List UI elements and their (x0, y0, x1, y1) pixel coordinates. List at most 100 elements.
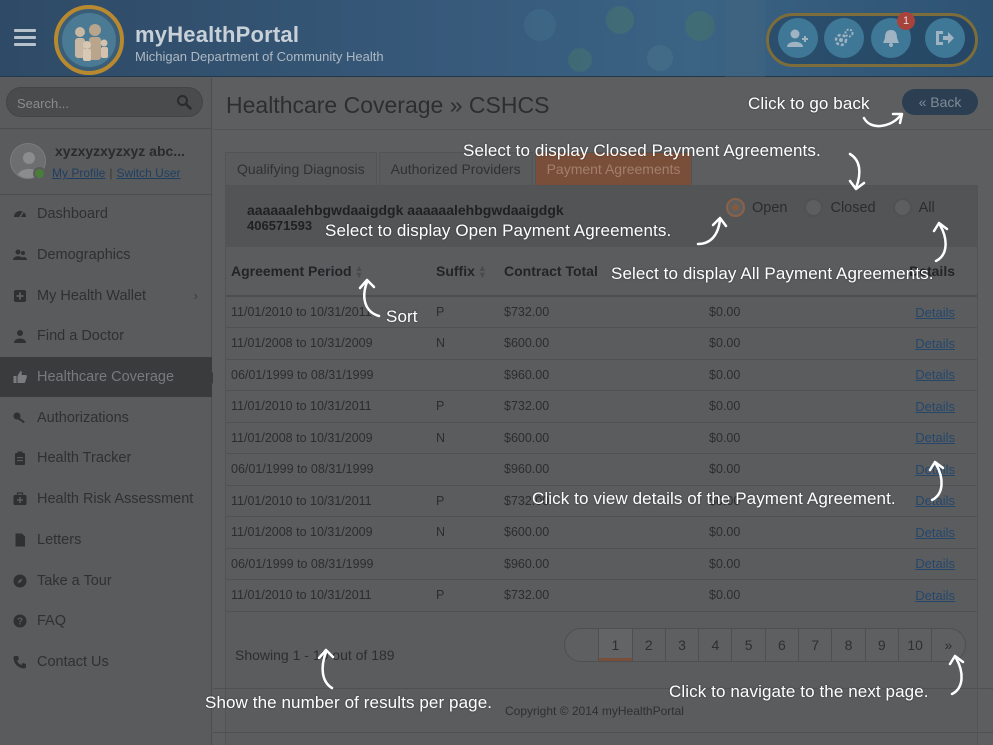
cell-contract-total: $732.00 (499, 579, 704, 612)
sidebar-item-my-health-wallet[interactable]: My Health Wallet › (0, 275, 212, 316)
sidebar-item-label: My Health Wallet (37, 287, 147, 304)
cell-suffix: P (431, 485, 499, 517)
sidebar-item-authorizations[interactable]: Authorizations (0, 397, 212, 438)
annotation-all: Select to display All Payment Agreements… (611, 264, 934, 283)
pagination-prev[interactable] (565, 629, 598, 661)
cell-details: Details (874, 390, 977, 423)
pagination-page[interactable]: 1 (598, 629, 632, 661)
user-links: My Profile | Switch User (52, 166, 180, 180)
switch-user-link[interactable]: Switch User (116, 166, 180, 180)
annotation-next-page: Click to navigate to the next page. (669, 682, 929, 701)
details-link[interactable]: Details (915, 556, 955, 571)
sidebar-item-health-risk-assessment[interactable]: Health Risk Assessment (0, 479, 212, 520)
cell-contract-total: $600.00 (499, 327, 704, 360)
back-button[interactable]: « Back (902, 89, 978, 115)
sidebar-item-dashboard[interactable]: Dashboard (0, 194, 212, 235)
details-link[interactable]: Details (915, 430, 955, 445)
user-md-icon (14, 330, 26, 344)
copyright: Copyright © 2014 myHealthPortal (505, 704, 684, 718)
pagination-page[interactable]: 5 (731, 629, 764, 661)
table-row: 11/01/2010 to 10/31/2011 P $732.00 $0.00 Det… (226, 296, 977, 328)
table-body: 11/01/2010 to 10/31/2011 P $732.00 $0.00 Det… (226, 296, 977, 612)
notification-badge: 1 (897, 12, 915, 30)
cell-agreement-period: 06/01/1999 to 08/31/1999 (226, 548, 431, 580)
sidebar-item-healthcare-coverage[interactable]: Healthcare Coverage (0, 356, 218, 398)
my-profile-link[interactable]: My Profile (52, 166, 105, 180)
pagination-next[interactable]: » (931, 629, 964, 661)
pagination-page[interactable]: 8 (831, 629, 864, 661)
filter-label: All (918, 199, 935, 216)
details-link[interactable]: Details (915, 493, 955, 508)
radio-icon (892, 198, 912, 217)
cell-agreement-period: 11/01/2008 to 10/31/2009 (226, 422, 431, 454)
filter-label: Open (752, 199, 788, 216)
gears-icon (834, 28, 854, 47)
table-row: 06/01/1999 to 08/31/1999 $960.00 $0.00 Deta… (226, 548, 977, 580)
pagination-page[interactable]: 4 (698, 629, 731, 661)
details-link[interactable]: Details (915, 305, 955, 320)
radio-icon (804, 198, 824, 217)
sort-icon[interactable]: ▲ ▼ (478, 264, 487, 280)
sidebar-item-contact-us[interactable]: Contact Us (0, 642, 212, 683)
search-input[interactable] (17, 94, 167, 112)
svg-text:?: ? (17, 617, 23, 628)
radio-selected-icon (726, 198, 745, 217)
compass-icon (13, 574, 27, 588)
details-link[interactable]: Details (915, 588, 955, 603)
sidebar-item-label: Health Risk Assessment (37, 491, 194, 508)
column-header-agreement-period[interactable]: Agreement Period ▲ ▼ (226, 247, 431, 297)
sidebar-item-letters[interactable]: Letters (0, 520, 212, 561)
sidebar-item-find-a-doctor[interactable]: Find a Doctor (0, 316, 212, 357)
cell-contract-total: $960.00 (499, 548, 704, 580)
sidebar-item-label: Find a Doctor (37, 328, 125, 345)
sidebar-nav: Dashboard Demographics My Health Wallet … (0, 194, 218, 683)
search-icon[interactable] (176, 94, 192, 110)
pagination-page[interactable]: 3 (664, 629, 698, 661)
clipboard-icon (15, 451, 25, 466)
sidebar-item-health-tracker[interactable]: Health Tracker (0, 438, 212, 479)
pagination-page[interactable]: 2 (631, 629, 665, 661)
logout-button[interactable] (925, 18, 965, 58)
page-title: Healthcare Coverage » CSHCS (226, 92, 550, 118)
annotation-sort: Sort (386, 307, 418, 326)
filter-open-radio[interactable]: Open (726, 198, 787, 217)
details-link[interactable]: Details (915, 336, 955, 351)
pagination-page[interactable]: 10 (897, 629, 931, 661)
sidebar-item-demographics[interactable]: Demographics (0, 235, 212, 276)
settings-button[interactable] (824, 18, 864, 58)
divider (213, 732, 993, 733)
cell-agreement-period: 11/01/2008 to 10/31/2009 (226, 327, 431, 360)
pagination-page[interactable]: 7 (798, 629, 831, 661)
add-user-button[interactable] (778, 18, 818, 58)
sidebar-item-take-a-tour[interactable]: Take a Tour (0, 560, 212, 601)
divider (0, 128, 212, 129)
menu-toggle-icon[interactable] (14, 29, 36, 47)
details-link[interactable]: Details (915, 399, 955, 414)
cell-contract-total: $732.00 (499, 390, 704, 423)
column-label: Contract Total (504, 263, 598, 279)
filter-all-radio[interactable]: All (892, 198, 935, 217)
sign-out-icon (936, 31, 954, 45)
online-status-icon (33, 167, 46, 180)
table-row: 06/01/1999 to 08/31/1999 $960.00 $0.00 Deta… (226, 453, 977, 486)
details-link[interactable]: Details (915, 525, 955, 540)
cell-suffix: N (431, 422, 499, 454)
column-header-suffix[interactable]: Suffix ▲ ▼ (431, 247, 499, 297)
details-link[interactable]: Details (915, 367, 955, 382)
cell-contract-total: $960.00 (499, 453, 704, 486)
sidebar-item-faq[interactable]: ? FAQ (0, 601, 212, 642)
key-icon (13, 412, 25, 423)
sidebar: xyzxyzxyzxyz abc... My Profile |Switch Us… (0, 78, 218, 745)
tab-qualifying-diagnosis[interactable]: Qualifying Diagnosis (225, 152, 377, 185)
filter-closed-radio[interactable]: Closed (804, 198, 876, 217)
pagination-page[interactable]: 9 (864, 629, 898, 661)
cell-balance: $0.00 (704, 516, 874, 549)
cell-balance: $0.00 (704, 359, 874, 391)
table-row: 06/01/1999 to 08/31/1999 $960.00 $0.00 Deta… (226, 359, 977, 391)
cell-agreement-period: 06/01/1999 to 08/31/1999 (226, 359, 431, 391)
cell-contract-total: $600.00 (499, 422, 704, 454)
sort-icon[interactable]: ▲ ▼ (355, 264, 364, 280)
notifications-button[interactable]: 1 (871, 12, 915, 58)
pagination-page[interactable]: 6 (764, 629, 798, 661)
details-link[interactable]: Details (915, 462, 955, 477)
